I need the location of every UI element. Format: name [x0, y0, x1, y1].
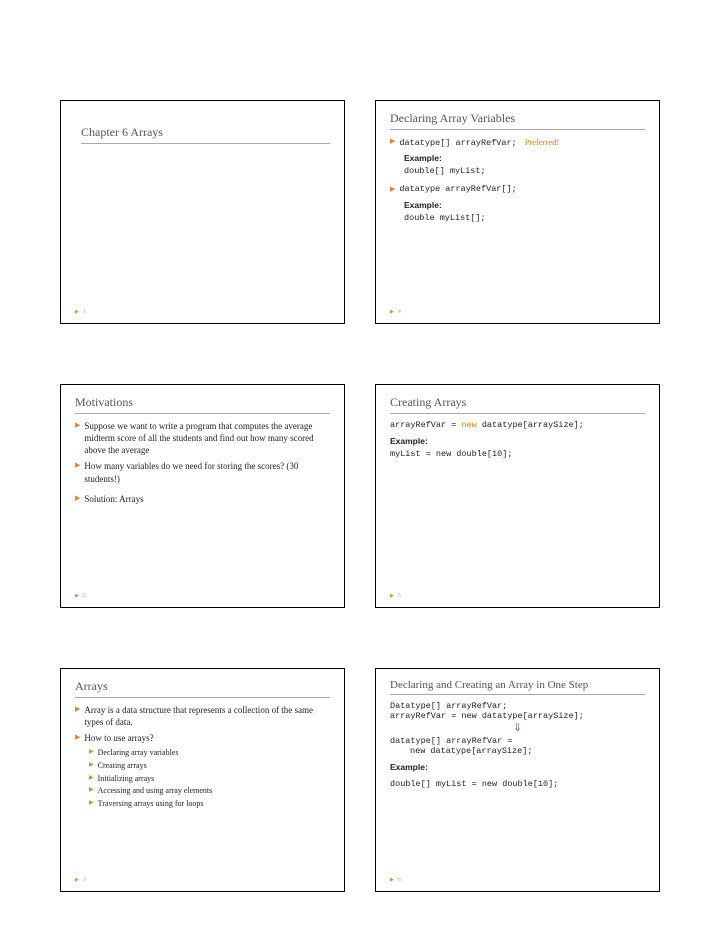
sub-bullet-arrow-icon: ▶ — [89, 799, 94, 809]
code-line: arrayRefVar = new datatype[arraySize]; — [390, 420, 645, 430]
footer-arrow-icon: ▶ — [75, 309, 79, 315]
sub-bullet-arrow-icon: ▶ — [89, 748, 94, 758]
slide-1: Chapter 6 Arrays ▶ 1 — [60, 100, 345, 324]
code-line: Datatype[] arrayRefVar; — [390, 701, 645, 711]
slide-6: Declaring and Creating an Array in One S… — [375, 668, 660, 892]
bullet-arrow-icon: ▶ — [75, 460, 80, 484]
slide-footer: ▶ 4 — [390, 309, 645, 315]
slide-grid: Chapter 6 Arrays ▶ 1 Declaring Array Var… — [60, 100, 660, 892]
sub-bullet-text: Declaring array variables — [98, 748, 179, 758]
slide-3: Arrays ▶ Array is a data structure that … — [60, 668, 345, 892]
bullet-arrow-icon: ▶ — [75, 493, 80, 505]
slide-title: Declaring and Creating an Array in One S… — [390, 679, 645, 695]
slide-5: Creating Arrays arrayRefVar = new dataty… — [375, 384, 660, 608]
footer-arrow-icon: ▶ — [390, 877, 394, 883]
slide-title: Arrays — [75, 679, 330, 698]
bullet-arrow-icon: ▶ — [75, 420, 80, 456]
bullet-text: Solution: Arrays — [84, 493, 143, 505]
code-line: arrayRefVar = new datatype[arraySize]; — [390, 711, 645, 721]
bullet-text: How many variables do we need for storin… — [84, 460, 330, 484]
slide-footer: ▶ 3 — [75, 877, 330, 883]
down-arrow-icon: ⇓ — [390, 723, 645, 734]
code-line: myList = new double[10]; — [390, 449, 645, 459]
page-number: 2 — [83, 593, 86, 599]
example-label: Example: — [404, 153, 645, 163]
code-line: double[] myList = new double[10]; — [390, 779, 645, 789]
bullet-arrow-icon: ▶ — [75, 732, 80, 744]
page-number: 5 — [398, 593, 401, 599]
sub-bullet-text: Creating arrays — [98, 761, 147, 771]
sub-bullet-arrow-icon: ▶ — [89, 786, 94, 796]
bullet-text: How to use arrays? — [84, 732, 153, 744]
sub-bullet-arrow-icon: ▶ — [89, 774, 94, 784]
footer-arrow-icon: ▶ — [390, 593, 394, 599]
slide-title: Chapter 6 Arrays — [81, 125, 330, 144]
sub-bullet-arrow-icon: ▶ — [89, 761, 94, 771]
example-label: Example: — [390, 762, 645, 772]
sub-bullet-text: Traversing arrays using for loops — [98, 799, 204, 809]
slide-2: Motivations ▶ Suppose we want to write a… — [60, 384, 345, 608]
footer-arrow-icon: ▶ — [75, 877, 79, 883]
bullet-arrow-icon: ▶ — [390, 184, 395, 195]
slide-4: Declaring Array Variables ▶ datatype[] a… — [375, 100, 660, 324]
page-number: 4 — [398, 309, 401, 315]
code-line: datatype[] arrayRefVar;Preferred! — [399, 136, 559, 149]
page-number: 6 — [398, 877, 401, 883]
code-line: new datatype[arraySize]; — [410, 746, 645, 756]
bullet-text: Suppose we want to write a program that … — [84, 420, 330, 456]
page-number: 1 — [83, 309, 86, 315]
slide-title: Declaring Array Variables — [390, 111, 645, 130]
bullet-text: Array is a data structure that represent… — [84, 704, 330, 728]
code-line: datatype arrayRefVar[]; — [399, 184, 516, 195]
bullet-arrow-icon: ▶ — [390, 136, 395, 149]
bullet-arrow-icon: ▶ — [75, 704, 80, 728]
slide-footer: ▶ 5 — [390, 593, 645, 599]
sub-bullet-text: Accessing and using array elements — [98, 786, 213, 796]
example-label: Example: — [390, 436, 645, 446]
footer-arrow-icon: ▶ — [390, 309, 394, 315]
code-line: double[] myList; — [404, 166, 645, 176]
example-label: Example: — [404, 200, 645, 210]
footer-arrow-icon: ▶ — [75, 593, 79, 599]
page-number: 3 — [83, 877, 86, 883]
slide-footer: ▶ 6 — [390, 877, 645, 883]
slide-footer: ▶ 1 — [75, 309, 330, 315]
slide-title: Creating Arrays — [390, 395, 645, 414]
slide-title: Motivations — [75, 395, 330, 414]
code-line: double myList[]; — [404, 213, 645, 223]
sub-bullet-text: Initializing arrays — [98, 774, 155, 784]
slide-footer: ▶ 2 — [75, 593, 330, 599]
code-line: datatype[] arrayRefVar = — [390, 736, 645, 746]
